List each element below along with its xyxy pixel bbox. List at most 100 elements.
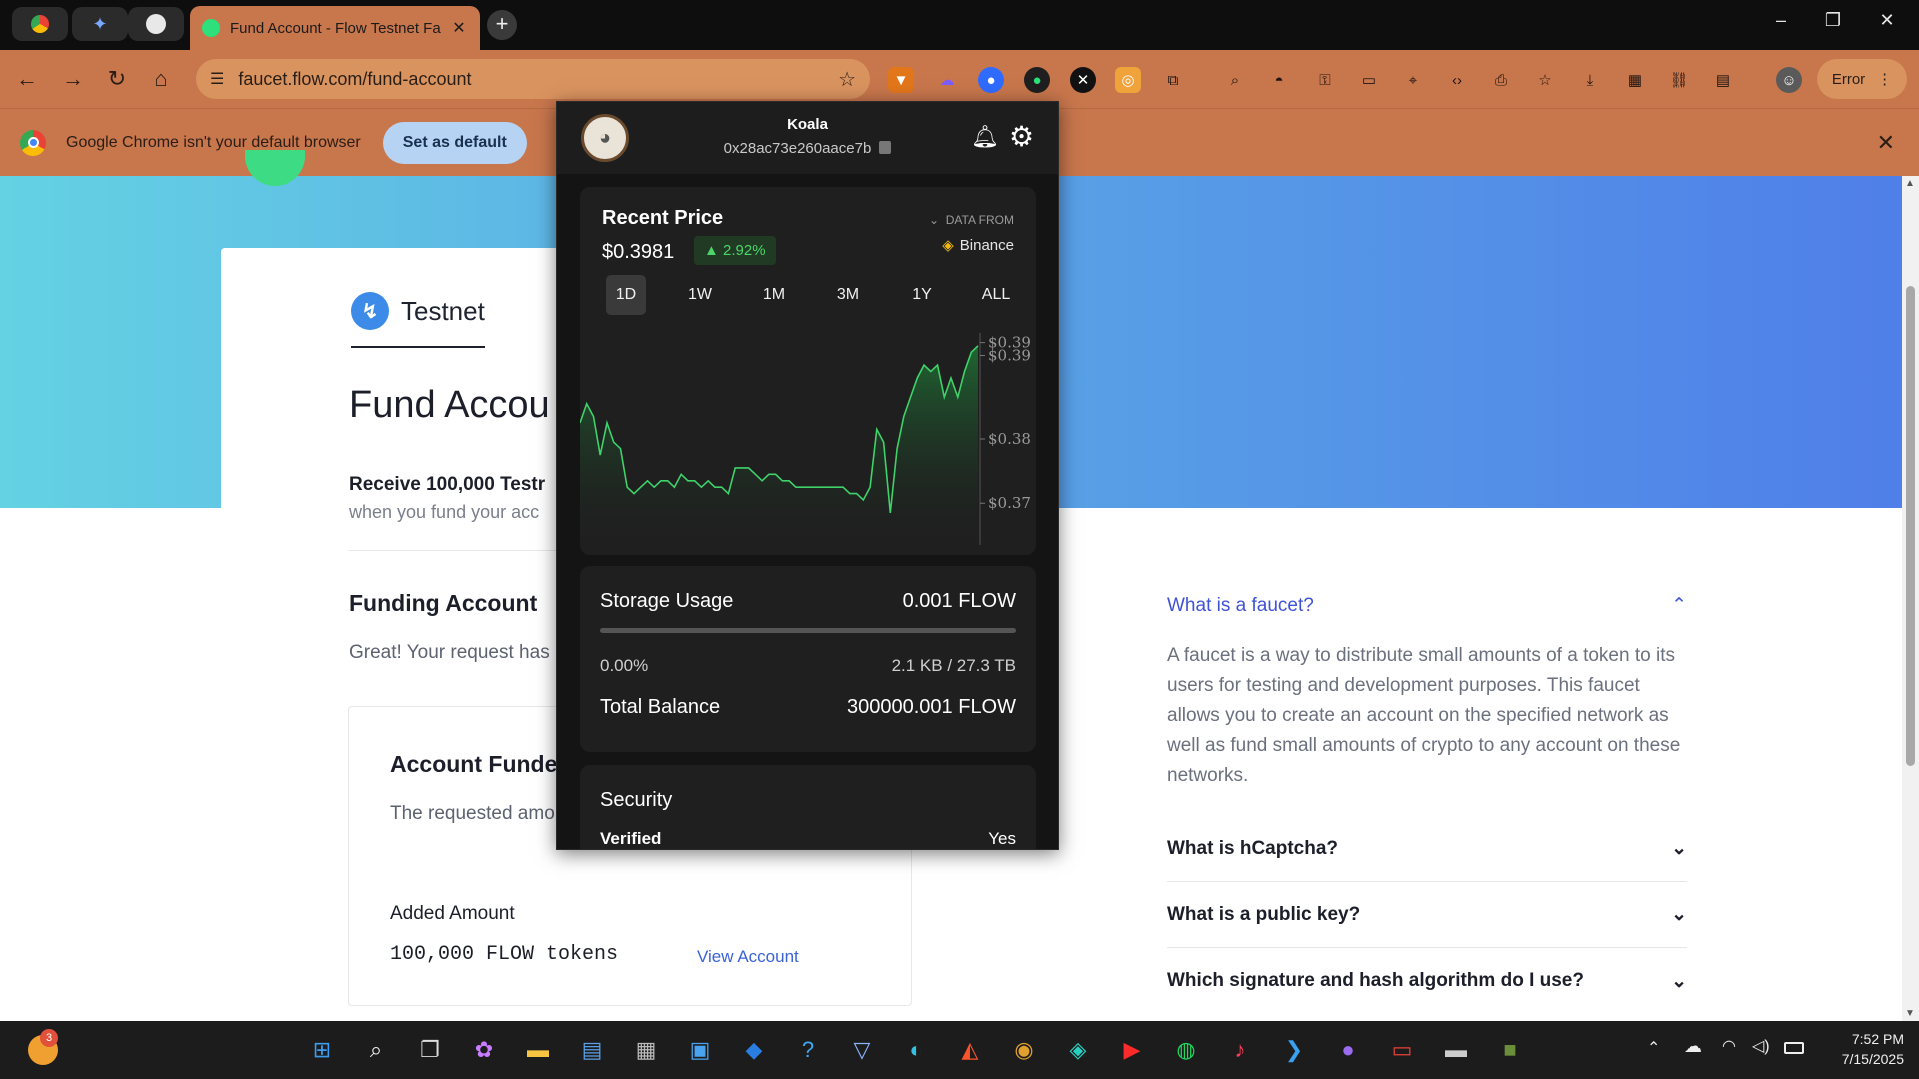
minimize-button[interactable]: – [1766, 10, 1796, 31]
receive-subtext: when you fund your acc [349, 502, 540, 522]
notepad-icon[interactable]: ▤ [576, 1034, 608, 1066]
gemini-icon: ✦ [92, 13, 108, 34]
minecraft-icon[interactable]: ■ [1494, 1034, 1526, 1066]
vpn-triangle-icon[interactable]: ▽ [846, 1034, 878, 1066]
chevron-down-icon: ⌄ [1671, 970, 1687, 992]
reading-list-icon[interactable]: ▤ [1710, 67, 1736, 93]
onedrive-cloud-icon[interactable]: ☁ [1684, 1036, 1702, 1057]
help-icon[interactable]: ? [792, 1034, 824, 1066]
x-extension-icon[interactable]: ✕ [1070, 67, 1096, 93]
extension-cloud-icon[interactable]: ☁ [934, 67, 960, 93]
pinned-tab-chrome[interactable] [12, 7, 68, 41]
hp-app-icon[interactable]: ◆ [738, 1034, 770, 1066]
range-1w[interactable]: 1W [680, 275, 720, 315]
new-tab-button[interactable]: + [487, 10, 517, 40]
bookmarks-star-icon[interactable]: ☆ [1532, 67, 1558, 93]
microsoft-store-icon[interactable]: ▣ [684, 1034, 716, 1066]
cube-app-icon[interactable]: ◈ [1062, 1034, 1094, 1066]
task-view-icon[interactable]: ❐ [414, 1034, 446, 1066]
restore-button[interactable]: ❐ [1818, 10, 1848, 31]
close-window-button[interactable]: ✕ [1872, 10, 1902, 31]
vscode-icon[interactable]: ❯ [1278, 1034, 1310, 1066]
devtools-code-icon[interactable]: ‹› [1444, 67, 1470, 93]
storage-usage-value: 0.001 FLOW [902, 590, 1016, 612]
faq-item-hcaptcha[interactable]: What is hCaptcha? ⌄ [1167, 816, 1687, 882]
scroll-up-arrow-icon[interactable]: ▲ [1905, 178, 1915, 189]
faq-question-faucet[interactable]: What is a faucet? ⌃ [1167, 594, 1687, 617]
payment-card-icon[interactable]: ▭ [1356, 67, 1382, 93]
range-1y[interactable]: 1Y [902, 275, 942, 315]
home-icon[interactable]: ⌂ [146, 64, 176, 94]
copy-icon[interactable] [879, 141, 892, 154]
show-hidden-icons-chevron-icon[interactable]: ⌃ [1647, 1038, 1660, 1058]
brave-icon[interactable]: ◭ [954, 1034, 986, 1066]
download-icon[interactable]: ⤓ [1577, 67, 1603, 93]
location-pin-icon[interactable]: ⌖ [1400, 67, 1426, 93]
receive-heading: Receive 100,000 Testr [349, 474, 546, 495]
password-key-icon[interactable]: ⚿ [1312, 67, 1338, 93]
profile-avatar-icon[interactable]: ☺ [1776, 67, 1802, 93]
page-scrollbar[interactable]: ▲ ▼ [1902, 176, 1919, 1021]
start-windows-icon[interactable]: ⊞ [306, 1034, 338, 1066]
taskbar-clock[interactable]: 7:52 PM 7/15/2025 [1820, 1029, 1904, 1069]
faq-item-signature[interactable]: Which signature and hash algorithm do I … [1167, 948, 1687, 1014]
spotify-icon[interactable]: ◍ [1170, 1034, 1202, 1066]
extension-square-icon[interactable]: ◎ [1115, 67, 1141, 93]
music-icon[interactable]: ♪ [1224, 1034, 1256, 1066]
wallet-header: ◕ Koala 0x28ac73e260aace7b 🔔︎ ⚙ [557, 102, 1058, 174]
set-default-button[interactable]: Set as default [382, 121, 527, 164]
tab-strip: ✦ Fund Account - Flow Testnet Fa ✕ + – ❐… [0, 0, 1919, 50]
scroll-down-arrow-icon[interactable]: ▼ [1905, 1008, 1915, 1019]
pinned-tab-github[interactable] [128, 7, 184, 41]
github-desktop-icon[interactable]: ● [1332, 1034, 1364, 1066]
faq-item-public-key[interactable]: What is a public key? ⌄ [1167, 882, 1687, 948]
flow-wallet-extension-icon[interactable]: ● [1024, 67, 1050, 93]
range-1d[interactable]: 1D [606, 275, 646, 315]
profile-error-chip[interactable]: Error ⋮ [1817, 59, 1907, 99]
terminal-icon[interactable]: ▬ [1440, 1034, 1472, 1066]
price-change-value: 2.92% [723, 242, 766, 259]
search-icon[interactable]: ⌕ [360, 1034, 392, 1066]
tab-search-icon[interactable]: ⌕ [1222, 67, 1248, 93]
pinned-tab-gemini[interactable]: ✦ [72, 7, 128, 41]
file-explorer-icon[interactable]: ▬ [522, 1034, 554, 1066]
account-funded-heading: Account Funde [390, 751, 558, 777]
edge-icon[interactable]: ◐ [900, 1034, 932, 1066]
data-source-toggle[interactable]: ⌄ DATA FROM [929, 213, 1014, 227]
more-menu-icon[interactable]: ⋮ [1877, 70, 1892, 88]
calculator-icon[interactable]: ▦ [630, 1034, 662, 1066]
copilot-icon[interactable]: ✿ [468, 1034, 500, 1066]
gear-icon[interactable]: ⚙ [1009, 120, 1034, 153]
forward-arrow-icon[interactable]: → [58, 64, 88, 94]
battery-icon[interactable] [1784, 1042, 1804, 1054]
site-info-icon[interactable]: ☰ [210, 69, 224, 89]
range-1m[interactable]: 1M [754, 275, 794, 315]
metamask-icon[interactable]: ▼ [888, 67, 914, 93]
tab-fund-account[interactable]: Fund Account - Flow Testnet Fa ✕ [190, 6, 480, 50]
infobar-close-icon[interactable]: ✕ [1877, 130, 1895, 156]
chrome-dev-icon[interactable]: ◉ [1008, 1034, 1040, 1066]
infobar-message: Google Chrome isn't your default browser [66, 133, 361, 151]
back-arrow-icon[interactable]: ← [12, 64, 42, 94]
tab-close-icon[interactable]: ✕ [450, 18, 468, 38]
tab-testnet[interactable]: ↯ Testnet [351, 292, 485, 348]
scrollbar-thumb[interactable] [1906, 286, 1915, 766]
wifi-icon[interactable]: ◠ [1722, 1036, 1736, 1056]
range-all[interactable]: ALL [976, 275, 1016, 315]
extension-circle-icon[interactable]: ● [978, 67, 1004, 93]
view-account-link[interactable]: View Account [697, 947, 799, 967]
bell-icon[interactable]: 🔔︎ [971, 124, 999, 150]
range-3m[interactable]: 3M [828, 275, 868, 315]
extensions-puzzle-icon[interactable]: ⧉ [1160, 67, 1186, 93]
presentation-icon[interactable]: ▭ [1386, 1034, 1418, 1066]
reload-icon[interactable]: ↻ [102, 64, 132, 94]
print-icon[interactable]: ⎙ [1488, 67, 1514, 93]
bookmark-star-icon[interactable]: ☆ [838, 67, 856, 92]
data-source: ◈ Binance [942, 236, 1014, 254]
tab-groups-icon[interactable]: ▦ [1622, 67, 1648, 93]
incognito-icon[interactable]: ◓ [1266, 67, 1292, 93]
address-bar[interactable]: ☰ faucet.flow.com/fund-account ☆ [196, 59, 870, 99]
volume-icon[interactable]: ◁) [1752, 1036, 1770, 1056]
link-icon[interactable]: ⛓ [1666, 67, 1692, 93]
youtube-icon[interactable]: ▶ [1116, 1034, 1148, 1066]
